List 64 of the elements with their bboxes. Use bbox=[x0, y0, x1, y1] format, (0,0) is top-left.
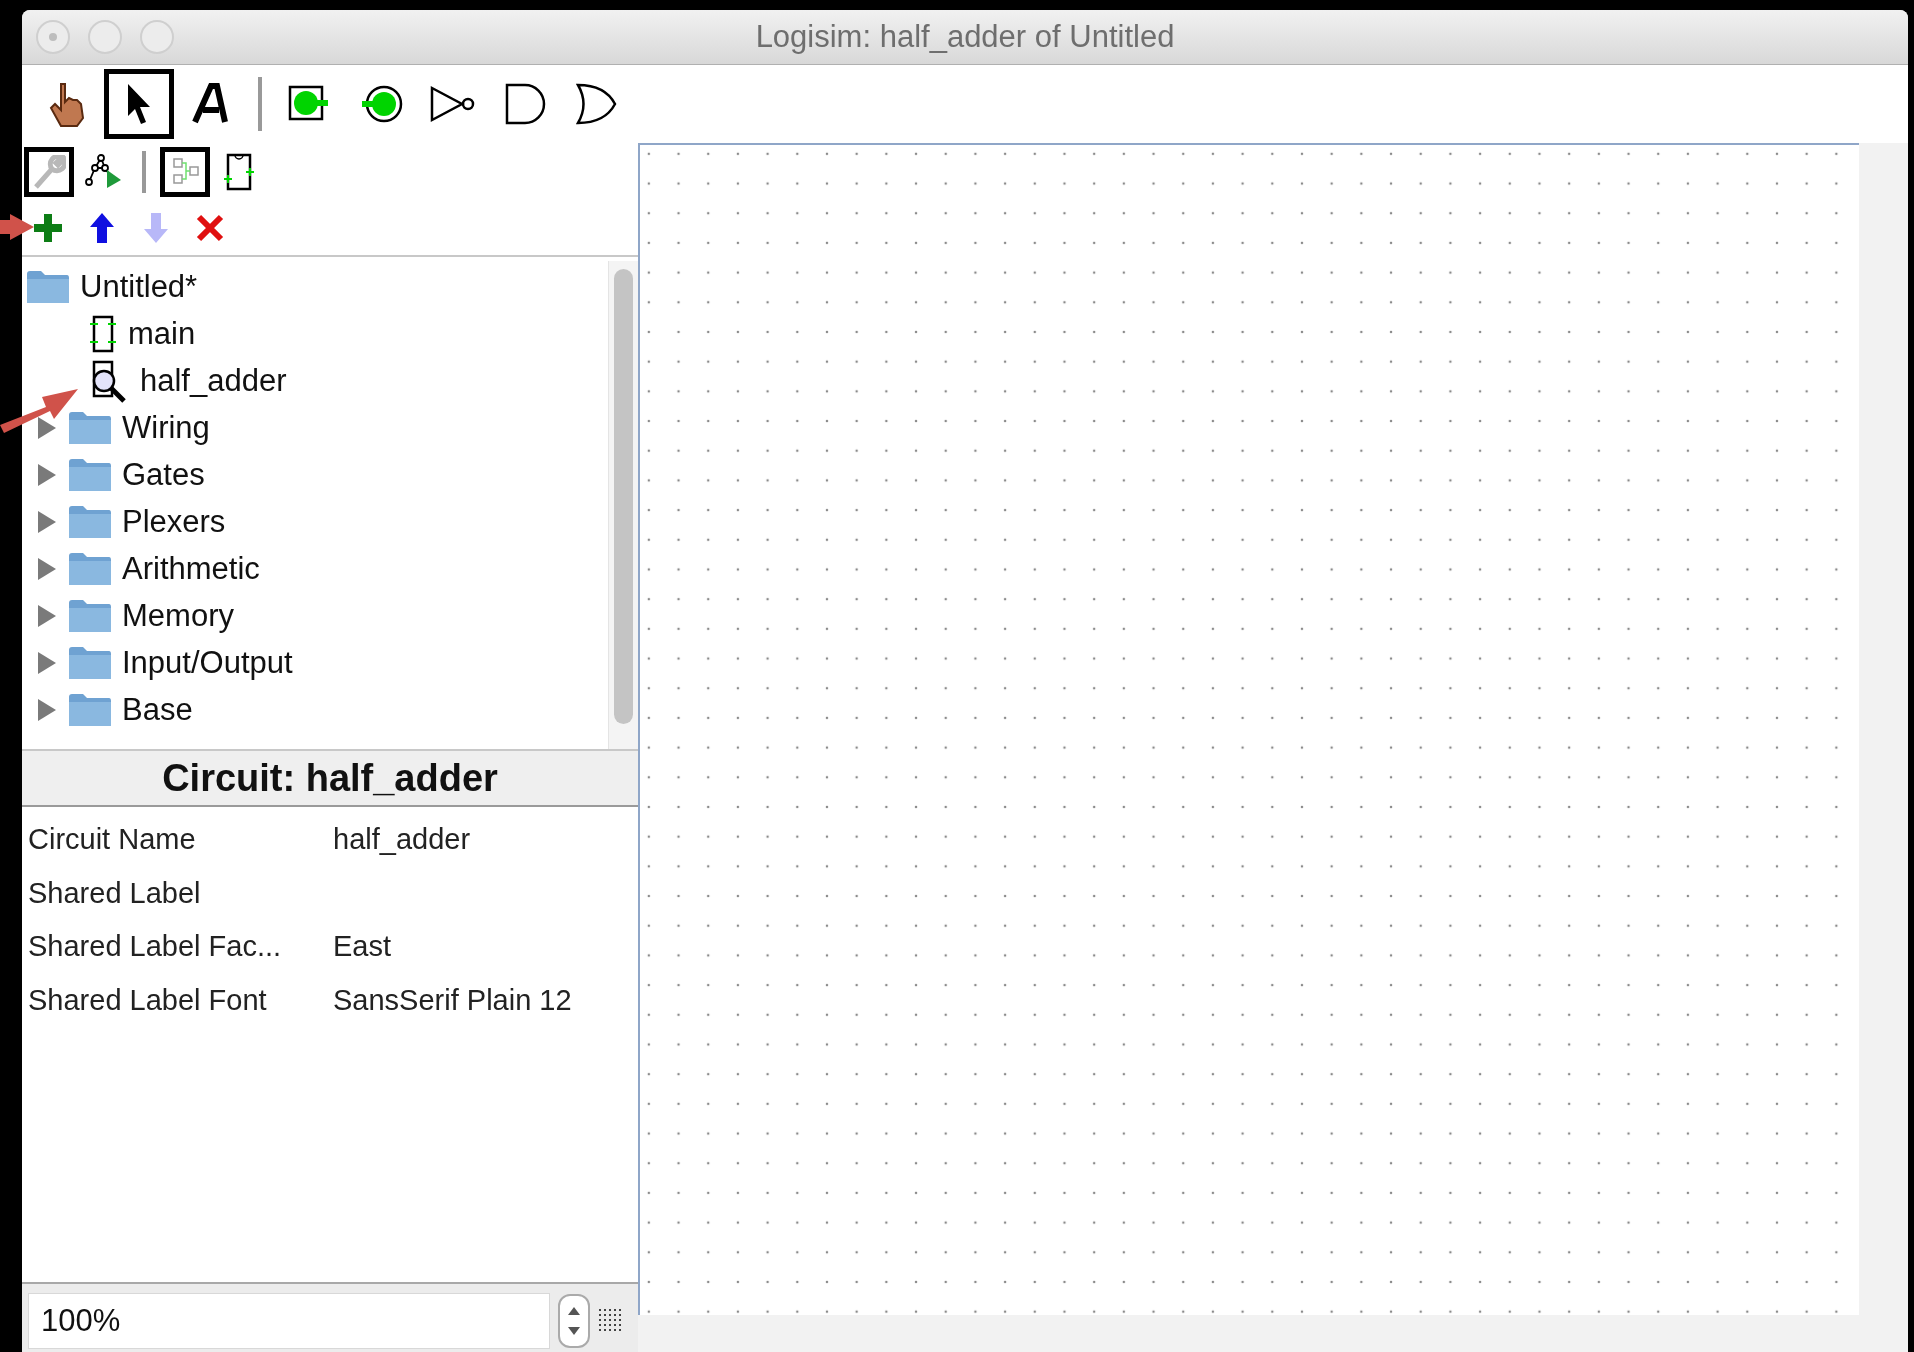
zoom-stepper[interactable] bbox=[558, 1294, 590, 1348]
tree-item-label: Input/Output bbox=[122, 644, 293, 681]
tree-item[interactable]: main bbox=[22, 310, 608, 357]
add-icon bbox=[32, 212, 64, 244]
folder-icon bbox=[68, 504, 112, 539]
attribute-name: Circuit Name bbox=[28, 823, 197, 857]
tree-item-label: Plexers bbox=[122, 503, 226, 540]
tree-item[interactable]: Input/Output bbox=[22, 639, 608, 686]
tree-item[interactable]: Wiring bbox=[22, 404, 608, 451]
tree-item-label: Gates bbox=[122, 456, 205, 493]
circuit-appearance-icon bbox=[222, 151, 256, 193]
tool-button[interactable] bbox=[160, 147, 210, 197]
expand-triangle-icon[interactable] bbox=[36, 461, 58, 488]
tree-item[interactable]: half_adder bbox=[22, 357, 608, 404]
attribute-table-title: Circuit: half_adder bbox=[162, 756, 498, 800]
folder-icon bbox=[68, 551, 112, 586]
zoom-field[interactable]: 100% bbox=[28, 1293, 550, 1349]
folder-icon bbox=[68, 645, 112, 680]
tree-item[interactable]: Arithmetic bbox=[22, 545, 608, 592]
tree-item[interactable]: Gates bbox=[22, 451, 608, 498]
grid-icon[interactable] bbox=[598, 1308, 624, 1334]
tool-button[interactable] bbox=[24, 147, 74, 197]
tree-item-label: main bbox=[128, 315, 196, 352]
tool-button[interactable] bbox=[104, 69, 174, 139]
window-title: Logisim: half_adder of Untitled bbox=[755, 19, 1175, 54]
expand-triangle-icon[interactable] bbox=[36, 508, 58, 535]
or-gate-icon bbox=[575, 81, 619, 127]
attribute-value[interactable]: half_adder bbox=[333, 823, 638, 857]
simulation-tree-icon bbox=[83, 154, 123, 190]
tree-item[interactable]: Untitled* bbox=[22, 263, 608, 310]
folder-icon bbox=[68, 598, 112, 633]
tree-item[interactable]: Plexers bbox=[22, 498, 608, 545]
folder-icon bbox=[68, 410, 112, 445]
tree-item[interactable]: Base bbox=[22, 686, 608, 733]
attribute-value[interactable]: SansSerif Plain 12 bbox=[333, 983, 638, 1017]
tree-item-label: Untitled* bbox=[80, 268, 198, 305]
expand-triangle-icon[interactable] bbox=[36, 602, 58, 629]
folder-icon bbox=[68, 457, 112, 492]
expand-triangle-icon[interactable] bbox=[36, 649, 58, 676]
folder-icon bbox=[68, 692, 112, 727]
up-arrow-icon bbox=[89, 211, 115, 245]
tree-item-label: Base bbox=[122, 691, 193, 728]
expand-triangle-icon[interactable] bbox=[36, 696, 58, 723]
annotation-arrow bbox=[0, 214, 34, 240]
wrench-icon bbox=[32, 155, 66, 189]
attribute-name: Shared Label Font bbox=[28, 983, 268, 1017]
attribute-name: Shared Label bbox=[28, 876, 202, 910]
down-arrow-icon bbox=[143, 211, 169, 245]
tree-item-label: Wiring bbox=[122, 409, 210, 446]
circuit-icon bbox=[88, 313, 118, 354]
delete-icon bbox=[195, 213, 225, 243]
expand-triangle-icon[interactable] bbox=[36, 555, 58, 582]
tree-item-label: half_adder bbox=[140, 362, 287, 399]
and-gate-icon bbox=[503, 81, 547, 127]
text-tool-icon bbox=[191, 82, 231, 126]
hand-icon bbox=[47, 80, 87, 128]
tree-item-label: Memory bbox=[122, 597, 234, 634]
tree-item-label: Arithmetic bbox=[122, 550, 260, 587]
folder-icon bbox=[26, 269, 70, 304]
expand-triangle-icon[interactable] bbox=[36, 414, 58, 441]
scrollbar[interactable] bbox=[608, 261, 638, 749]
attribute-name: Shared Label Fac... bbox=[28, 930, 283, 964]
attribute-value[interactable]: East bbox=[333, 930, 638, 964]
tree-item[interactable]: Memory bbox=[22, 592, 608, 639]
